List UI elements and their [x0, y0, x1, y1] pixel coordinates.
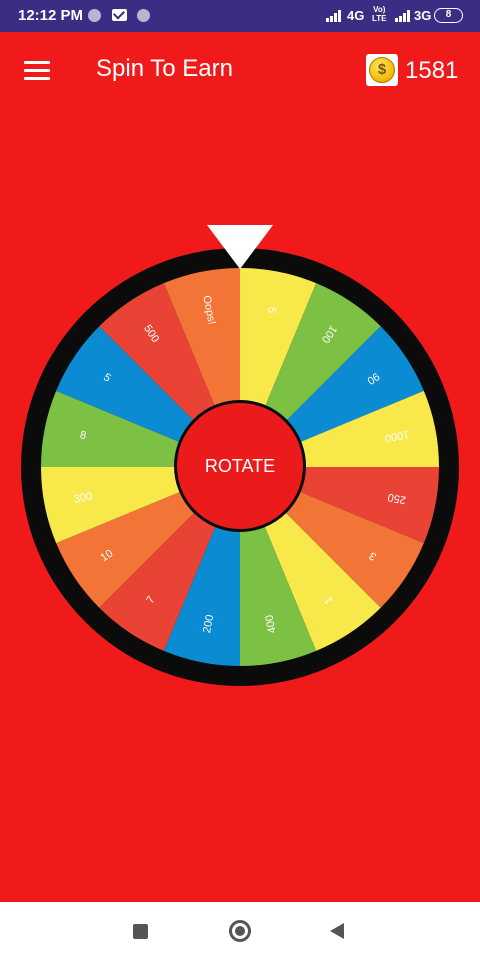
network-type-label: 3G — [414, 8, 432, 23]
network-type-label: 4G — [347, 8, 365, 23]
app-bar: Spin To Earn $ 1581 — [0, 32, 480, 108]
rotate-button[interactable]: ROTATE — [174, 400, 306, 532]
page-title: Spin To Earn — [96, 55, 233, 82]
home-icon[interactable] — [229, 920, 251, 942]
system-nav-bar — [0, 902, 480, 960]
coin-icon: $ — [369, 57, 395, 83]
notification-dot-icon — [88, 9, 101, 22]
battery-icon: 8 — [434, 8, 463, 23]
status-bar: 12:12 PM 4G Vo) LTE 3G 8 — [0, 0, 480, 32]
signal-icon — [326, 10, 344, 22]
coin-badge: $ — [366, 54, 398, 86]
recents-icon[interactable] — [133, 924, 148, 939]
coin-balance: 1581 — [405, 57, 459, 84]
volte-top-label: Vo) — [373, 5, 386, 14]
wheel-area: 5 100 90 1000 250 3 1 400 200 7 10 300 8 5 500 Oops! RO… — [0, 108, 480, 902]
signal-icon — [395, 10, 413, 22]
notification-dot-icon — [137, 9, 150, 22]
menu-icon[interactable] — [24, 61, 50, 81]
wheel-pointer-icon — [207, 225, 273, 269]
gmail-icon — [112, 9, 127, 21]
volte-bottom-label: LTE — [372, 14, 387, 23]
volte-icon: Vo) LTE — [372, 5, 387, 23]
status-time: 12:12 PM — [18, 7, 84, 24]
back-icon[interactable] — [330, 923, 344, 939]
